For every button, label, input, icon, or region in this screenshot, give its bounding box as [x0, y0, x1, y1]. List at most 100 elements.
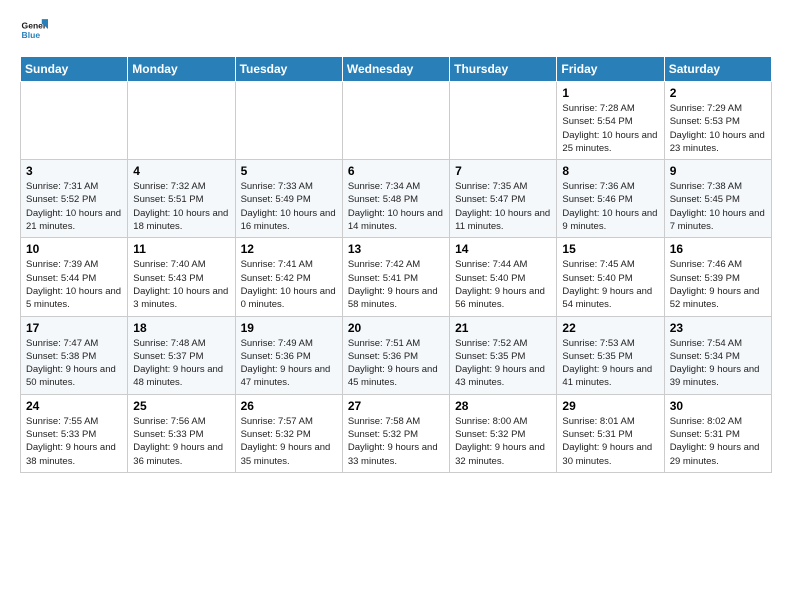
day-number: 7 — [455, 164, 551, 178]
day-info: Sunrise: 7:36 AMSunset: 5:46 PMDaylight:… — [562, 180, 658, 233]
day-info: Sunrise: 7:46 AMSunset: 5:39 PMDaylight:… — [670, 258, 766, 311]
day-info: Sunrise: 7:41 AMSunset: 5:42 PMDaylight:… — [241, 258, 337, 311]
week-row-0: 1 Sunrise: 7:28 AMSunset: 5:54 PMDaylight… — [21, 82, 772, 160]
day-cell: 2 Sunrise: 7:29 AMSunset: 5:53 PMDaylight… — [664, 82, 771, 160]
weekday-header-sunday: Sunday — [21, 57, 128, 82]
week-row-3: 17 Sunrise: 7:47 AMSunset: 5:38 PMDayligh… — [21, 316, 772, 394]
day-cell: 3 Sunrise: 7:31 AMSunset: 5:52 PMDaylight… — [21, 160, 128, 238]
day-cell: 22 Sunrise: 7:53 AMSunset: 5:35 PMDayligh… — [557, 316, 664, 394]
day-cell: 15 Sunrise: 7:45 AMSunset: 5:40 PMDayligh… — [557, 238, 664, 316]
day-cell: 18Sunrise: 7:48 AMSunset: 5:37 PMDayligh… — [128, 316, 235, 394]
day-cell: 20 Sunrise: 7:51 AMSunset: 5:36 PMDayligh… — [342, 316, 449, 394]
day-cell: 17 Sunrise: 7:47 AMSunset: 5:38 PMDayligh… — [21, 316, 128, 394]
day-number: 17 — [26, 321, 122, 335]
day-number: 9 — [670, 164, 766, 178]
day-cell: 8 Sunrise: 7:36 AMSunset: 5:46 PMDaylight… — [557, 160, 664, 238]
day-info: Sunrise: 7:58 AMSunset: 5:32 PMDaylight:… — [348, 415, 444, 468]
day-info: Sunrise: 7:28 AMSunset: 5:54 PMDaylight:… — [562, 102, 658, 155]
day-cell: 27 Sunrise: 7:58 AMSunset: 5:32 PMDayligh… — [342, 394, 449, 472]
day-cell: 11 Sunrise: 7:40 AMSunset: 5:43 PMDayligh… — [128, 238, 235, 316]
day-info: Sunrise: 7:38 AMSunset: 5:45 PMDaylight:… — [670, 180, 766, 233]
day-number: 26 — [241, 399, 337, 413]
day-number: 15 — [562, 242, 658, 256]
logo: General Blue — [20, 16, 52, 44]
day-number: 12 — [241, 242, 337, 256]
day-info: Sunrise: 8:00 AMSunset: 5:32 PMDaylight:… — [455, 415, 551, 468]
day-number: 4 — [133, 164, 229, 178]
day-number: 10 — [26, 242, 122, 256]
day-info: Sunrise: 7:57 AMSunset: 5:32 PMDaylight:… — [241, 415, 337, 468]
day-cell: 7 Sunrise: 7:35 AMSunset: 5:47 PMDaylight… — [450, 160, 557, 238]
day-cell: 26 Sunrise: 7:57 AMSunset: 5:32 PMDayligh… — [235, 394, 342, 472]
day-number: 5 — [241, 164, 337, 178]
weekday-header-monday: Monday — [128, 57, 235, 82]
day-number: 13 — [348, 242, 444, 256]
weekday-header-wednesday: Wednesday — [342, 57, 449, 82]
day-cell: 25Sunrise: 7:56 AMSunset: 5:33 PMDayligh… — [128, 394, 235, 472]
day-cell: 21 Sunrise: 7:52 AMSunset: 5:35 PMDayligh… — [450, 316, 557, 394]
day-number: 21 — [455, 321, 551, 335]
day-info: Sunrise: 7:47 AMSunset: 5:38 PMDaylight:… — [26, 337, 122, 390]
day-info: Sunrise: 7:49 AMSunset: 5:36 PMDaylight:… — [241, 337, 337, 390]
day-cell: 16Sunrise: 7:46 AMSunset: 5:39 PMDayligh… — [664, 238, 771, 316]
day-cell — [235, 82, 342, 160]
page: General Blue SundayMondayTuesdayWednesda… — [0, 0, 792, 489]
day-number: 1 — [562, 86, 658, 100]
day-info: Sunrise: 7:53 AMSunset: 5:35 PMDaylight:… — [562, 337, 658, 390]
day-number: 30 — [670, 399, 766, 413]
day-cell: 30 Sunrise: 8:02 AMSunset: 5:31 PMDayligh… — [664, 394, 771, 472]
day-info: Sunrise: 7:32 AMSunset: 5:51 PMDaylight:… — [133, 180, 229, 233]
day-number: 14 — [455, 242, 551, 256]
day-number: 19 — [241, 321, 337, 335]
day-info: Sunrise: 7:44 AMSunset: 5:40 PMDaylight:… — [455, 258, 551, 311]
day-info: Sunrise: 7:40 AMSunset: 5:43 PMDaylight:… — [133, 258, 229, 311]
day-number: 2 — [670, 86, 766, 100]
day-number: 28 — [455, 399, 551, 413]
day-cell — [21, 82, 128, 160]
day-number: 27 — [348, 399, 444, 413]
week-row-2: 10Sunrise: 7:39 AMSunset: 5:44 PMDayligh… — [21, 238, 772, 316]
day-number: 29 — [562, 399, 658, 413]
day-cell: 4 Sunrise: 7:32 AMSunset: 5:51 PMDaylight… — [128, 160, 235, 238]
day-info: Sunrise: 7:52 AMSunset: 5:35 PMDaylight:… — [455, 337, 551, 390]
day-cell: 12 Sunrise: 7:41 AMSunset: 5:42 PMDayligh… — [235, 238, 342, 316]
day-number: 3 — [26, 164, 122, 178]
day-info: Sunrise: 7:55 AMSunset: 5:33 PMDaylight:… — [26, 415, 122, 468]
day-number: 8 — [562, 164, 658, 178]
day-number: 18 — [133, 321, 229, 335]
day-cell: 23 Sunrise: 7:54 AMSunset: 5:34 PMDayligh… — [664, 316, 771, 394]
day-cell: 14 Sunrise: 7:44 AMSunset: 5:40 PMDayligh… — [450, 238, 557, 316]
day-info: Sunrise: 7:35 AMSunset: 5:47 PMDaylight:… — [455, 180, 551, 233]
day-info: Sunrise: 7:29 AMSunset: 5:53 PMDaylight:… — [670, 102, 766, 155]
day-info: Sunrise: 8:01 AMSunset: 5:31 PMDaylight:… — [562, 415, 658, 468]
day-info: Sunrise: 7:51 AMSunset: 5:36 PMDaylight:… — [348, 337, 444, 390]
weekday-header-friday: Friday — [557, 57, 664, 82]
day-number: 23 — [670, 321, 766, 335]
day-number: 11 — [133, 242, 229, 256]
day-info: Sunrise: 7:54 AMSunset: 5:34 PMDaylight:… — [670, 337, 766, 390]
day-cell — [342, 82, 449, 160]
header: General Blue — [20, 16, 772, 44]
day-number: 25 — [133, 399, 229, 413]
day-info: Sunrise: 7:34 AMSunset: 5:48 PMDaylight:… — [348, 180, 444, 233]
day-info: Sunrise: 7:31 AMSunset: 5:52 PMDaylight:… — [26, 180, 122, 233]
day-number: 22 — [562, 321, 658, 335]
day-number: 6 — [348, 164, 444, 178]
day-info: Sunrise: 7:33 AMSunset: 5:49 PMDaylight:… — [241, 180, 337, 233]
day-info: Sunrise: 7:45 AMSunset: 5:40 PMDaylight:… — [562, 258, 658, 311]
weekday-header-row: SundayMondayTuesdayWednesdayThursdayFrid… — [21, 57, 772, 82]
day-cell: 5 Sunrise: 7:33 AMSunset: 5:49 PMDaylight… — [235, 160, 342, 238]
calendar: SundayMondayTuesdayWednesdayThursdayFrid… — [20, 56, 772, 473]
weekday-header-saturday: Saturday — [664, 57, 771, 82]
day-cell: 6 Sunrise: 7:34 AMSunset: 5:48 PMDaylight… — [342, 160, 449, 238]
logo-icon: General Blue — [20, 16, 48, 44]
day-number: 20 — [348, 321, 444, 335]
week-row-1: 3 Sunrise: 7:31 AMSunset: 5:52 PMDaylight… — [21, 160, 772, 238]
day-info: Sunrise: 8:02 AMSunset: 5:31 PMDaylight:… — [670, 415, 766, 468]
day-cell: 19 Sunrise: 7:49 AMSunset: 5:36 PMDayligh… — [235, 316, 342, 394]
day-cell: 29 Sunrise: 8:01 AMSunset: 5:31 PMDayligh… — [557, 394, 664, 472]
weekday-header-thursday: Thursday — [450, 57, 557, 82]
weekday-header-tuesday: Tuesday — [235, 57, 342, 82]
day-cell — [450, 82, 557, 160]
day-cell: 1 Sunrise: 7:28 AMSunset: 5:54 PMDaylight… — [557, 82, 664, 160]
